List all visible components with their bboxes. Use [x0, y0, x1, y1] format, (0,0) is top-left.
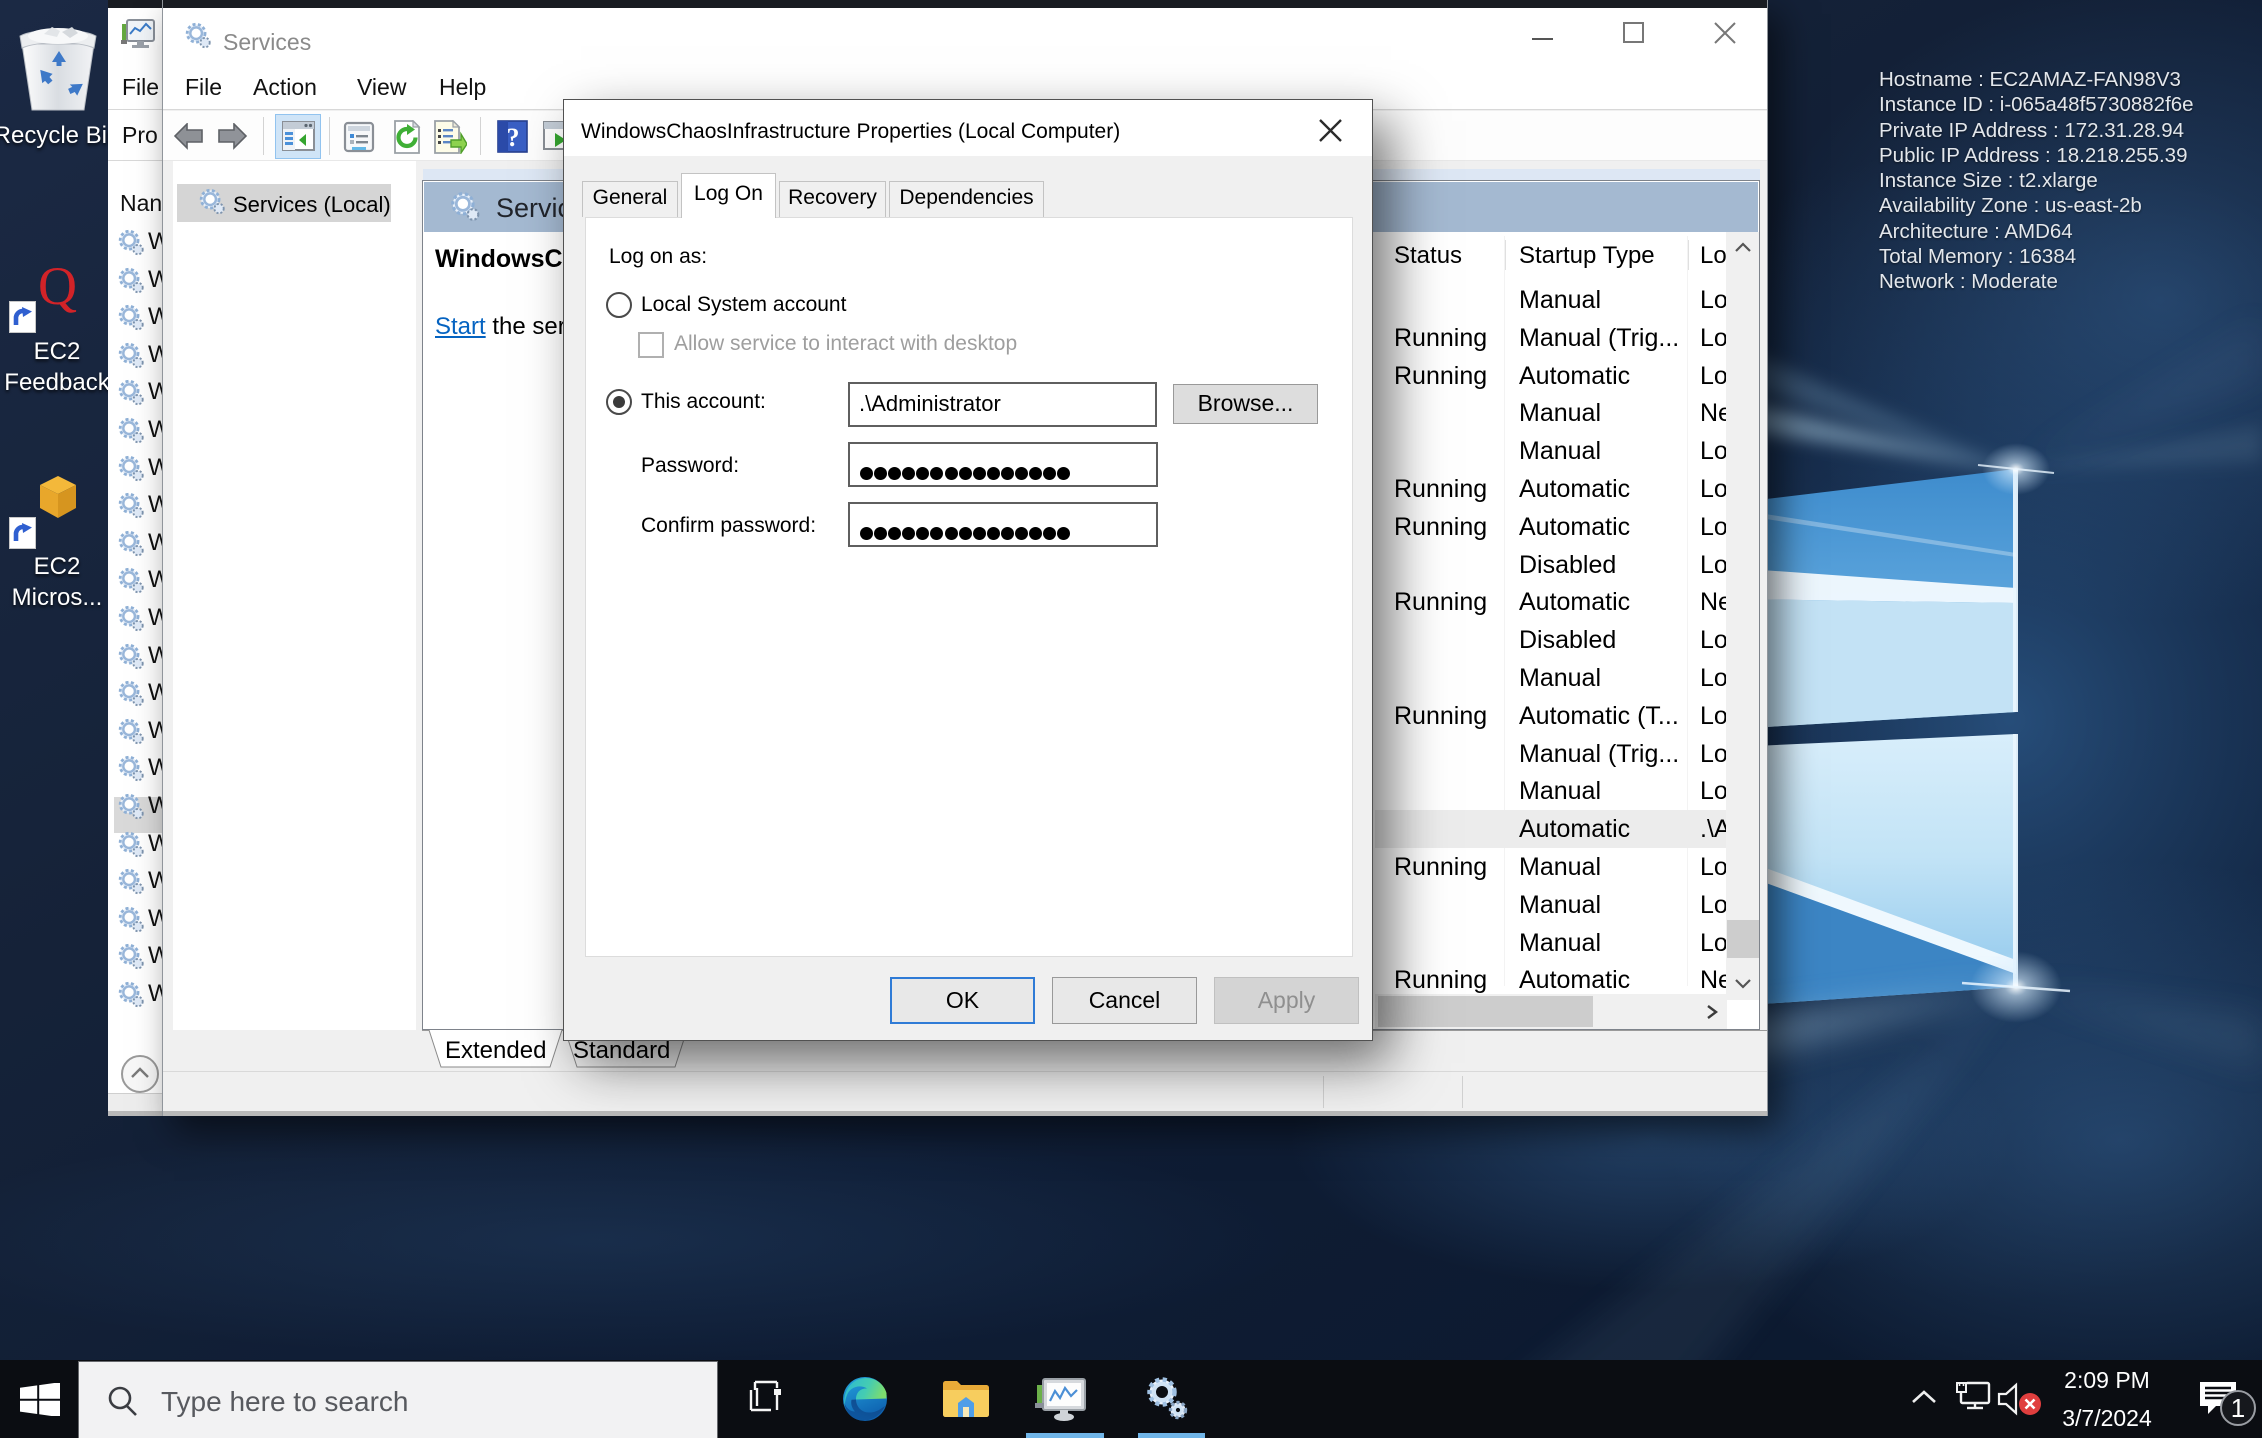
svg-text:Standard: Standard	[573, 1037, 670, 1064]
svg-text:1: 1	[2231, 1393, 2245, 1423]
svg-text:?: ?	[507, 123, 520, 152]
svg-text:Extended: Extended	[445, 1037, 546, 1064]
